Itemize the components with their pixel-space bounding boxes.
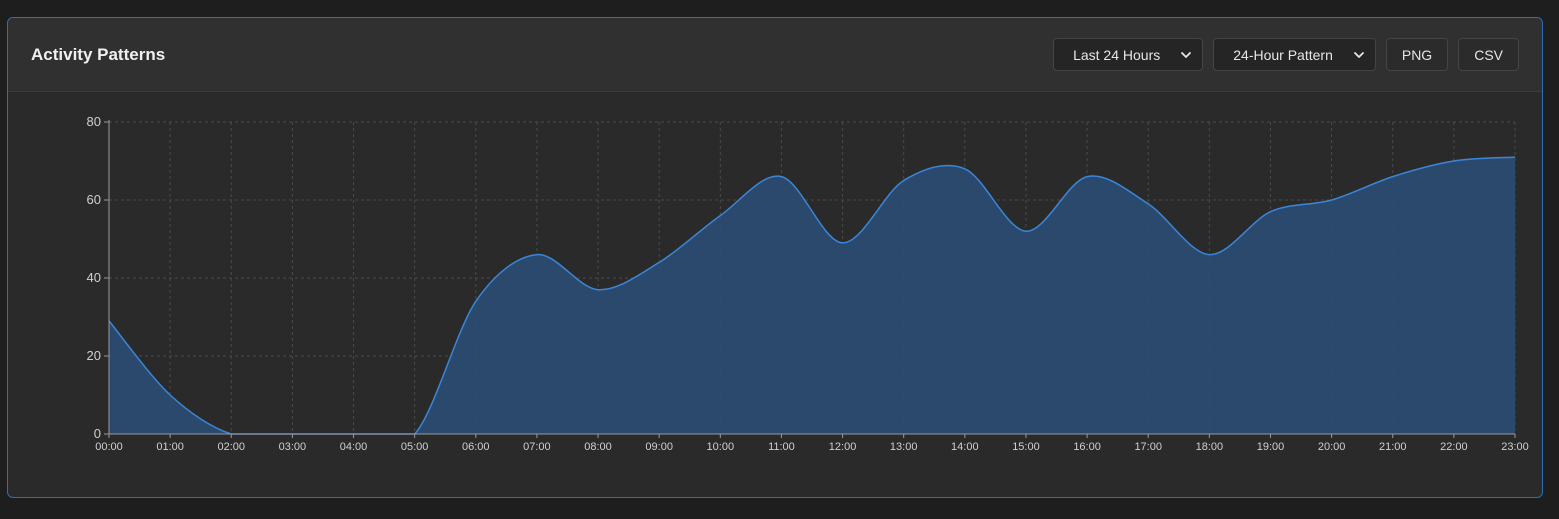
x-tick-label: 04:00 <box>340 441 368 453</box>
y-tick-label: 60 <box>87 192 101 207</box>
x-tick-label: 22:00 <box>1440 441 1468 453</box>
x-tick-label: 06:00 <box>462 441 490 453</box>
x-tick-label: 16:00 <box>1073 441 1101 453</box>
x-tick-label: 15:00 <box>1012 441 1040 453</box>
x-tick-label: 05:00 <box>401 441 429 453</box>
x-tick-label: 10:00 <box>707 441 735 453</box>
activity-area-fill <box>109 157 1515 434</box>
x-tick-label: 03:00 <box>279 441 307 453</box>
y-tick-label: 0 <box>94 426 101 441</box>
x-tick-label: 18:00 <box>1196 441 1224 453</box>
x-tick-label: 14:00 <box>951 441 979 453</box>
x-tick-label: 21:00 <box>1379 441 1407 453</box>
chart-controls: Last 24 Hours 24-Hour Pattern PNG CSV <box>1053 38 1519 71</box>
time-range-value: Last 24 Hours <box>1073 46 1161 63</box>
panel-title: Activity Patterns <box>31 44 166 64</box>
x-tick-label: 12:00 <box>829 441 857 453</box>
x-tick-label: 08:00 <box>584 441 612 453</box>
y-tick-label: 80 <box>87 114 101 129</box>
x-tick-label: 00:00 <box>95 441 123 453</box>
x-tick-label: 01:00 <box>156 441 184 453</box>
x-tick-label: 23:00 <box>1501 441 1529 453</box>
activity-area-chart: 0 20 40 60 80 00:00 01:00 02:00 03:00 04:00 05:00 0… <box>87 114 1529 453</box>
x-tick-label: 09:00 <box>645 441 673 453</box>
export-png-button[interactable]: PNG <box>1385 38 1449 71</box>
y-tick-label: 40 <box>87 270 101 285</box>
time-range-select[interactable]: Last 24 Hours <box>1053 38 1204 71</box>
chevron-down-icon <box>1353 51 1364 58</box>
x-tick-label: 17:00 <box>1134 441 1162 453</box>
x-tick-label: 07:00 <box>523 441 551 453</box>
x-tick-label: 13:00 <box>890 441 918 453</box>
pattern-select[interactable]: 24-Hour Pattern <box>1213 38 1376 71</box>
export-csv-button[interactable]: CSV <box>1458 38 1519 71</box>
x-tick-label: 19:00 <box>1257 441 1285 453</box>
chevron-down-icon <box>1181 51 1192 58</box>
chart-series <box>108 156 1516 435</box>
x-tick-label: 11:00 <box>768 441 795 453</box>
y-tick-label: 20 <box>87 348 101 363</box>
x-tick-label: 20:00 <box>1318 441 1346 453</box>
activity-patterns-card: Activity Patterns Last 24 Hours 24-Hour … <box>7 17 1543 498</box>
card-header: Activity Patterns Last 24 Hours 24-Hour … <box>8 18 1542 92</box>
x-tick-label: 02:00 <box>217 441 245 453</box>
pattern-value: 24-Hour Pattern <box>1233 46 1333 63</box>
